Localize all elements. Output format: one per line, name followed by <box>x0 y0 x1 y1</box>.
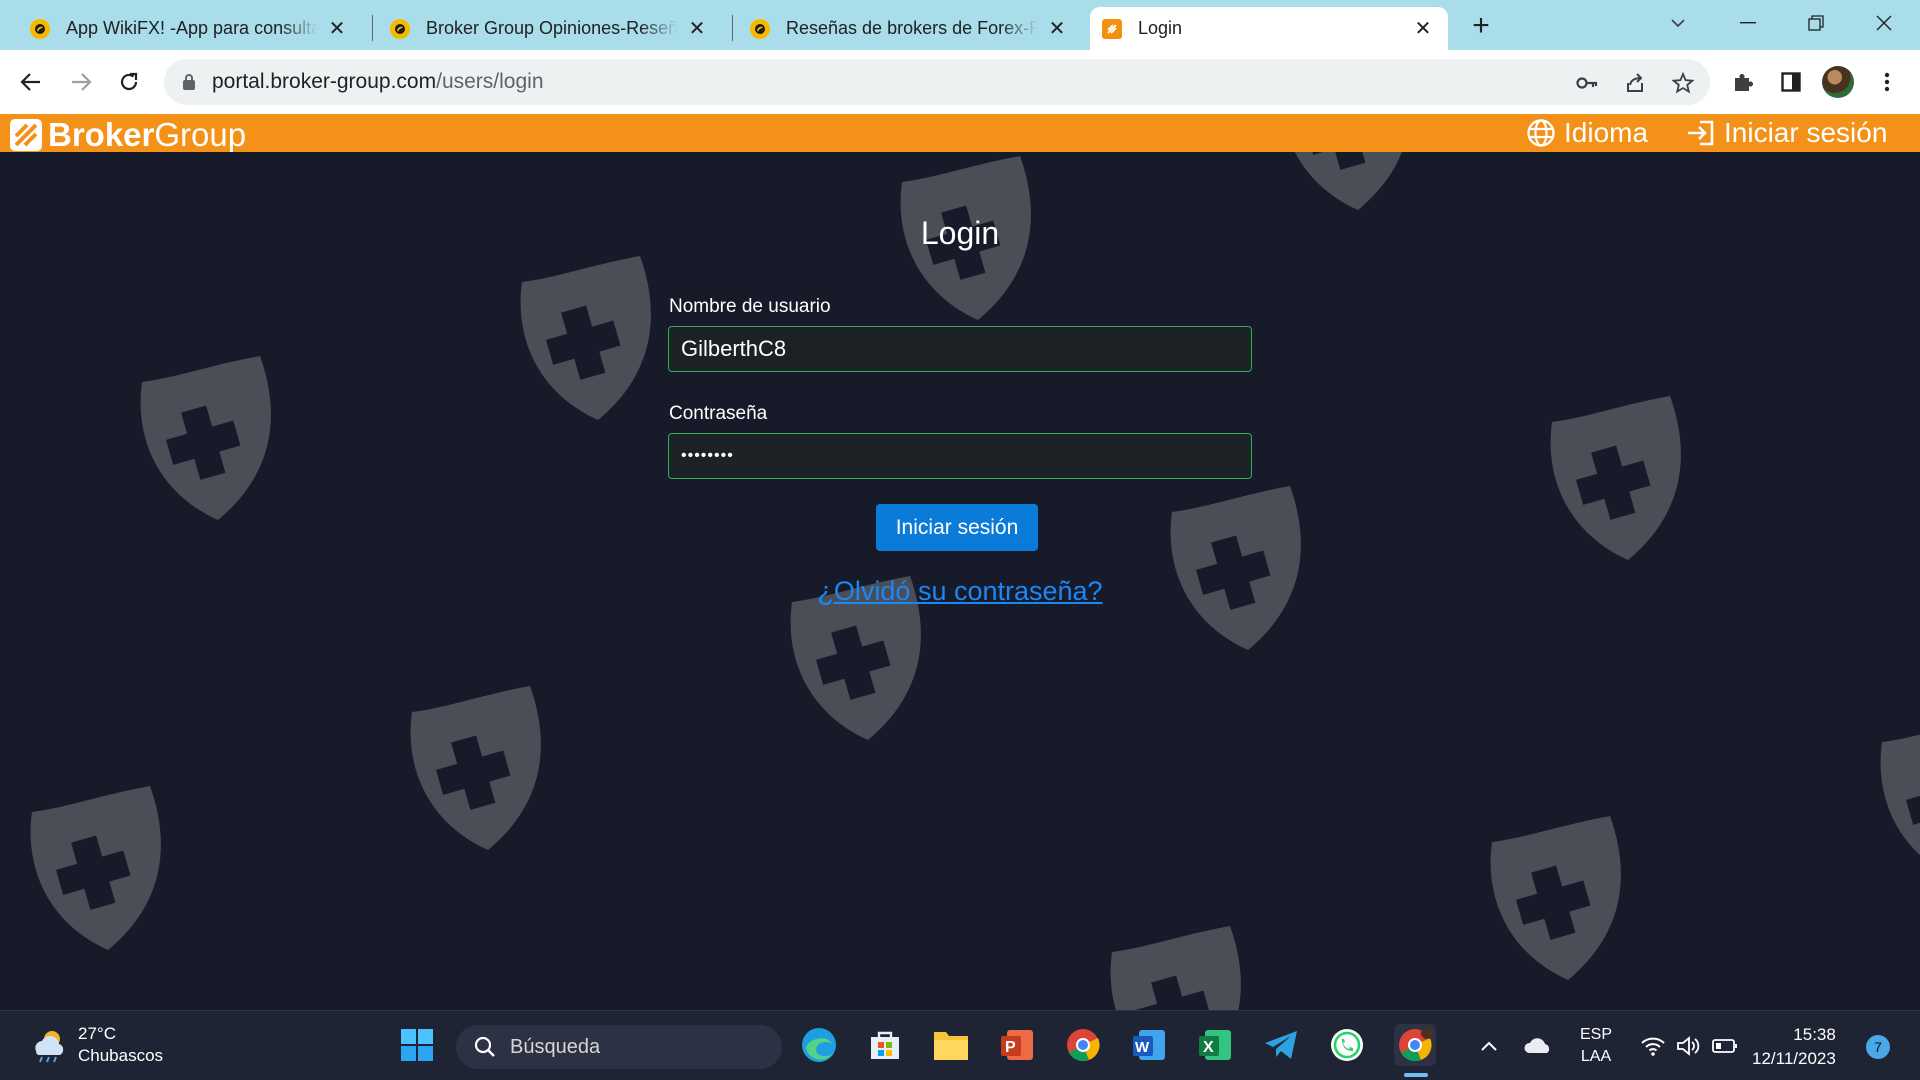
share-icon[interactable] <box>1622 70 1648 96</box>
restore-button[interactable] <box>1788 6 1844 40</box>
key-icon[interactable] <box>1574 70 1600 96</box>
shield-watermark-icon <box>390 682 550 854</box>
svg-text:X: X <box>1203 1039 1214 1056</box>
shield-watermark-icon <box>1470 812 1630 984</box>
tab-search-chevron-icon[interactable] <box>1650 6 1706 40</box>
shield-watermark-icon <box>500 252 660 424</box>
shield-watermark-icon <box>1530 392 1690 564</box>
windows-taskbar: 27°C Chubascos Búsqueda P W X ESP LAA 15:… <box>0 1010 1920 1080</box>
powerpoint-icon[interactable]: P <box>996 1024 1038 1066</box>
tab-resenas-brokers[interactable]: Reseñas de brokers de Forex-Pla ✕ <box>738 7 1082 50</box>
tab-wikifx[interactable]: App WikiFX! -App para consultar ✕ <box>18 7 362 50</box>
url-text[interactable]: portal.broker-group.com/users/login <box>212 70 544 94</box>
header-login-link[interactable]: Iniciar sesión <box>1686 117 1887 149</box>
volume-icon[interactable] <box>1676 1011 1702 1080</box>
wikifx-favicon-icon <box>30 18 50 39</box>
extensions-puzzle-icon[interactable] <box>1726 65 1760 99</box>
tab-broker-group-opiniones[interactable]: Broker Group Opiniones-Reseñas ✕ <box>378 7 722 50</box>
side-panel-icon[interactable] <box>1774 65 1808 99</box>
tab-separator <box>732 15 733 41</box>
password-label: Contraseña <box>669 403 768 424</box>
weather-widget[interactable]: 27°C Chubascos <box>28 1023 163 1067</box>
edge-icon[interactable] <box>798 1024 840 1066</box>
username-input[interactable]: GilberthC8 <box>668 326 1252 372</box>
windows-start-icon[interactable] <box>396 1024 438 1066</box>
login-page: Login Nombre de usuario GilberthC8 Contr… <box>0 152 1920 1010</box>
chrome-active-window-icon[interactable] <box>1394 1024 1436 1066</box>
close-icon[interactable]: ✕ <box>1412 18 1434 40</box>
new-tab-button[interactable]: + <box>1464 10 1498 44</box>
word-icon[interactable]: W <box>1128 1024 1170 1066</box>
tab-login[interactable]: Login ✕ <box>1090 7 1448 50</box>
wikifx-favicon-icon <box>750 18 770 39</box>
shield-watermark-icon <box>1900 302 1920 474</box>
wifi-icon[interactable] <box>1640 1011 1666 1080</box>
close-icon[interactable]: ✕ <box>326 18 348 40</box>
shield-watermark-icon <box>1090 922 1250 1010</box>
forward-button[interactable] <box>62 63 100 101</box>
broker-group-logo-mark-icon <box>10 119 42 151</box>
file-explorer-icon[interactable] <box>930 1024 972 1066</box>
profile-avatar[interactable] <box>1822 66 1854 98</box>
login-submit-button[interactable]: Iniciar sesión <box>876 504 1038 551</box>
globe-icon <box>1527 119 1555 147</box>
browser-tab-strip: App WikiFX! -App para consultar ✕ Broker… <box>0 0 1920 50</box>
password-input[interactable]: •••••••• <box>668 433 1252 479</box>
svg-text:P: P <box>1005 1039 1016 1056</box>
close-icon[interactable]: ✕ <box>686 18 708 40</box>
whatsapp-icon[interactable] <box>1326 1024 1368 1066</box>
telegram-icon[interactable] <box>1260 1024 1302 1066</box>
microsoft-store-icon[interactable] <box>864 1024 906 1066</box>
bookmark-star-icon[interactable] <box>1670 70 1696 96</box>
battery-icon[interactable] <box>1712 1011 1738 1080</box>
tab-separator <box>372 15 373 41</box>
shield-watermark-icon <box>120 352 280 524</box>
notification-badge[interactable]: 7 <box>1866 1035 1890 1059</box>
shield-watermark-icon <box>1860 712 1920 884</box>
lock-icon[interactable] <box>182 73 196 96</box>
shield-watermark-icon <box>1260 152 1420 214</box>
more-menu-icon[interactable] <box>1870 65 1904 99</box>
close-icon[interactable]: ✕ <box>1046 18 1068 40</box>
active-window-indicator <box>1404 1073 1428 1077</box>
svg-text:W: W <box>1135 1039 1150 1056</box>
browser-toolbar: portal.broker-group.com/users/login <box>0 50 1920 114</box>
shield-watermark-icon <box>1150 482 1310 654</box>
sign-in-icon <box>1688 120 1714 146</box>
reload-button[interactable] <box>110 63 148 101</box>
back-button[interactable] <box>12 63 50 101</box>
page-title: Login <box>920 215 1000 251</box>
close-window-button[interactable] <box>1856 6 1912 40</box>
system-clock[interactable]: 15:38 12/11/2023 <box>1752 1023 1836 1071</box>
chrome-icon[interactable] <box>1062 1024 1104 1066</box>
language-menu[interactable]: Idioma <box>1526 117 1648 149</box>
forgot-password-link[interactable]: ¿Olvidó su contraseña? <box>0 576 1920 607</box>
input-language-indicator[interactable]: ESP LAA <box>1580 1011 1612 1080</box>
taskbar-search-box[interactable]: Búsqueda <box>456 1025 782 1069</box>
wikifx-favicon-icon <box>390 18 410 39</box>
excel-icon[interactable]: X <box>1194 1024 1236 1066</box>
show-hidden-icons-chevron-icon[interactable] <box>1480 1011 1498 1080</box>
username-label: Nombre de usuario <box>669 296 831 317</box>
shield-watermark-icon <box>10 782 170 954</box>
address-bar[interactable]: portal.broker-group.com/users/login <box>164 59 1710 105</box>
onedrive-cloud-icon[interactable] <box>1524 1011 1552 1080</box>
site-header: Broker Group Idioma Iniciar sesión <box>0 114 1920 154</box>
rain-cloud-icon <box>35 1031 64 1063</box>
broker-group-logo[interactable]: Broker Group <box>10 116 246 154</box>
search-icon <box>474 1036 495 1057</box>
broker-group-favicon-icon <box>1102 18 1122 39</box>
minimize-button[interactable] <box>1720 6 1776 40</box>
